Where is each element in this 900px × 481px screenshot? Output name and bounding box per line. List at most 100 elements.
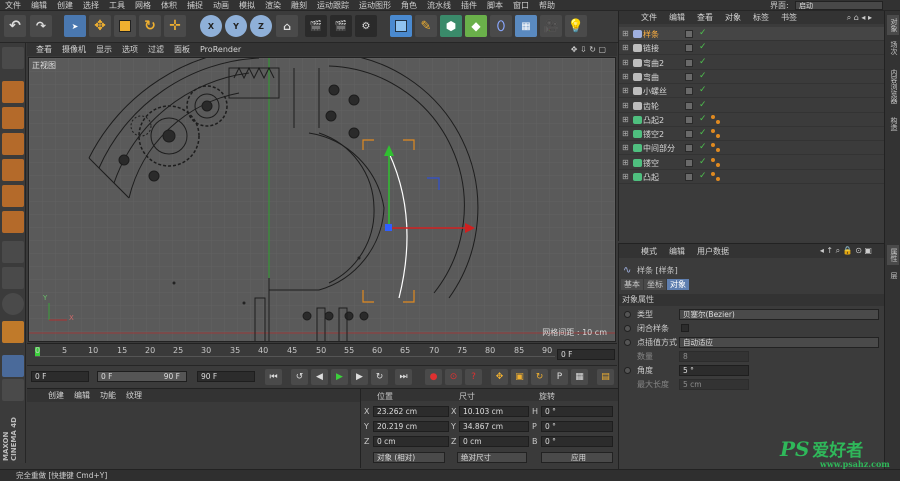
key-rotation-icon[interactable]: ↻ xyxy=(531,369,548,385)
points-mode-icon[interactable] xyxy=(2,159,24,181)
render-settings-icon[interactable]: ⚙ xyxy=(355,15,377,37)
vp-menu-filter[interactable]: 过滤 xyxy=(143,44,169,55)
y-axis-lock[interactable]: Y xyxy=(225,15,247,37)
phong-tag-icon[interactable] xyxy=(711,129,721,139)
expand-icon[interactable]: ⊞ xyxy=(622,72,629,81)
enabled-check-icon[interactable]: ✓ xyxy=(699,71,707,81)
x-axis-lock[interactable]: X xyxy=(200,15,222,37)
field-icon[interactable]: ⬯ xyxy=(490,15,512,37)
object-row[interactable]: ⊞ 镂空 ✓ xyxy=(619,156,885,170)
menu-create[interactable]: 创建 xyxy=(52,0,78,11)
anim-bullet-icon[interactable] xyxy=(624,311,631,318)
expand-icon[interactable]: ⊞ xyxy=(622,86,629,95)
menu-file[interactable]: 文件 xyxy=(0,0,26,11)
visibility-toggle[interactable] xyxy=(685,144,693,153)
render-view-icon[interactable]: 🎬 xyxy=(305,15,327,37)
rotation-b-field[interactable]: 0 ° xyxy=(541,436,613,447)
tab-takes[interactable]: 场次 xyxy=(887,37,899,59)
visibility-toggle[interactable] xyxy=(685,30,693,38)
menu-pipeline[interactable]: 流水线 xyxy=(422,0,456,11)
texture-mode-icon[interactable] xyxy=(2,107,24,129)
tab-objects[interactable]: 对象 xyxy=(887,15,899,35)
next-key-icon[interactable]: ↻ xyxy=(371,369,388,385)
current-frame-field[interactable]: 0 F xyxy=(557,349,615,360)
menu-snap[interactable]: 捕捉 xyxy=(182,0,208,11)
tab-coord[interactable]: 坐标 xyxy=(644,279,666,290)
expand-icon[interactable]: ⊞ xyxy=(622,29,629,38)
object-row[interactable]: ⊞ 齿轮 ✓ xyxy=(619,99,885,113)
lock-icon[interactable] xyxy=(2,379,24,401)
expand-icon[interactable]: ⊞ xyxy=(622,172,629,181)
tab-attributes[interactable]: 属性 xyxy=(887,245,899,265)
interp-select[interactable]: 自动适应 xyxy=(679,337,879,348)
move-icon[interactable]: ✥ xyxy=(89,15,111,37)
search-icon[interactable]: ⌕ ⌂ ◂ ▸ xyxy=(841,13,878,23)
menu-select[interactable]: 选择 xyxy=(78,0,104,11)
object-row[interactable]: ⊞ 弯曲 ✓ xyxy=(619,70,885,84)
z-axis-lock[interactable]: Z xyxy=(250,15,272,37)
next-frame-icon[interactable]: ▶ xyxy=(351,369,368,385)
object-row[interactable]: ⊞ 弯曲2 ✓ xyxy=(619,56,885,70)
rotation-h-field[interactable]: 0 ° xyxy=(541,406,613,417)
expand-icon[interactable]: ⊞ xyxy=(622,58,629,67)
anim-bullet-icon[interactable] xyxy=(624,325,631,332)
rotation-p-field[interactable]: 0 ° xyxy=(541,421,613,432)
mat-menu-function[interactable]: 功能 xyxy=(95,390,121,401)
menu-mograph[interactable]: 运动图形 xyxy=(354,0,396,11)
visibility-toggle[interactable] xyxy=(685,115,693,124)
attr-menu-mode[interactable]: 模式 xyxy=(635,246,663,257)
attr-menu-edit[interactable]: 编辑 xyxy=(663,246,691,257)
enabled-check-icon[interactable]: ✓ xyxy=(699,42,707,52)
tab-content-browser[interactable]: 内容浏览器 xyxy=(887,61,899,111)
grid-icon[interactable] xyxy=(2,355,24,377)
menu-window[interactable]: 窗口 xyxy=(508,0,534,11)
redo-icon[interactable]: ↷ xyxy=(30,15,52,37)
enabled-check-icon[interactable]: ✓ xyxy=(699,85,707,95)
enabled-check-icon[interactable]: ✓ xyxy=(699,128,707,138)
enabled-check-icon[interactable]: ✓ xyxy=(699,114,707,124)
go-end-icon[interactable]: ⏭ xyxy=(395,369,412,385)
cube-icon[interactable] xyxy=(390,15,412,37)
subdivision-icon[interactable]: ⬢ xyxy=(440,15,462,37)
position-y-field[interactable]: 20.219 cm xyxy=(373,421,449,432)
expand-icon[interactable]: ⊞ xyxy=(622,101,629,110)
size-y-field[interactable]: 34.867 cm xyxy=(459,421,529,432)
obj-menu-bookmarks[interactable]: 书签 xyxy=(775,12,803,23)
tab-structure[interactable]: 构造 xyxy=(887,113,899,135)
obj-menu-edit[interactable]: 编辑 xyxy=(663,12,691,23)
enabled-check-icon[interactable]: ✓ xyxy=(699,171,707,181)
coord-mode-select[interactable]: 对象 (相对) xyxy=(373,452,445,463)
menu-character[interactable]: 角色 xyxy=(396,0,422,11)
enabled-check-icon[interactable]: ✓ xyxy=(699,100,707,110)
record-icon[interactable]: ● xyxy=(425,369,442,385)
phong-tag-icon[interactable] xyxy=(711,114,721,125)
make-editable-icon[interactable] xyxy=(2,47,24,69)
vp-menu-camera[interactable]: 摄像机 xyxy=(57,44,91,55)
visibility-toggle[interactable] xyxy=(685,130,693,139)
menu-script[interactable]: 脚本 xyxy=(482,0,508,11)
mat-menu-edit[interactable]: 编辑 xyxy=(69,390,95,401)
phong-tag-icon[interactable] xyxy=(711,157,721,168)
play-icon[interactable]: ▶ xyxy=(331,369,348,385)
visibility-toggle[interactable] xyxy=(685,87,693,96)
menu-sculpt[interactable]: 雕刻 xyxy=(286,0,312,11)
size-z-field[interactable]: 0 cm xyxy=(459,436,529,447)
angle-field[interactable]: 5 ° xyxy=(679,365,749,376)
obj-menu-view[interactable]: 查看 xyxy=(691,12,719,23)
deformer-icon[interactable]: ◆ xyxy=(465,15,487,37)
start-frame-field[interactable]: 0 F xyxy=(31,371,89,382)
expand-icon[interactable]: ⊞ xyxy=(622,43,629,52)
tab-basic[interactable]: 基本 xyxy=(621,279,643,290)
object-row[interactable]: ⊞ 镂空2 ✓ xyxy=(619,127,885,142)
keyframe-selection-icon[interactable]: ? xyxy=(465,369,482,385)
edges-mode-icon[interactable] xyxy=(2,185,24,207)
tweak-mode-icon[interactable] xyxy=(2,267,24,289)
visibility-toggle[interactable] xyxy=(685,44,693,53)
size-x-field[interactable]: 10.103 cm xyxy=(459,406,529,417)
magnet-icon[interactable] xyxy=(2,321,24,343)
floor-icon[interactable]: ▦ xyxy=(515,15,537,37)
range-slider[interactable]: 0 F 90 F xyxy=(97,371,187,382)
scale-icon[interactable] xyxy=(114,15,136,37)
layout-select[interactable]: 启动 xyxy=(795,1,883,10)
key-position-icon[interactable]: ✥ xyxy=(491,369,508,385)
